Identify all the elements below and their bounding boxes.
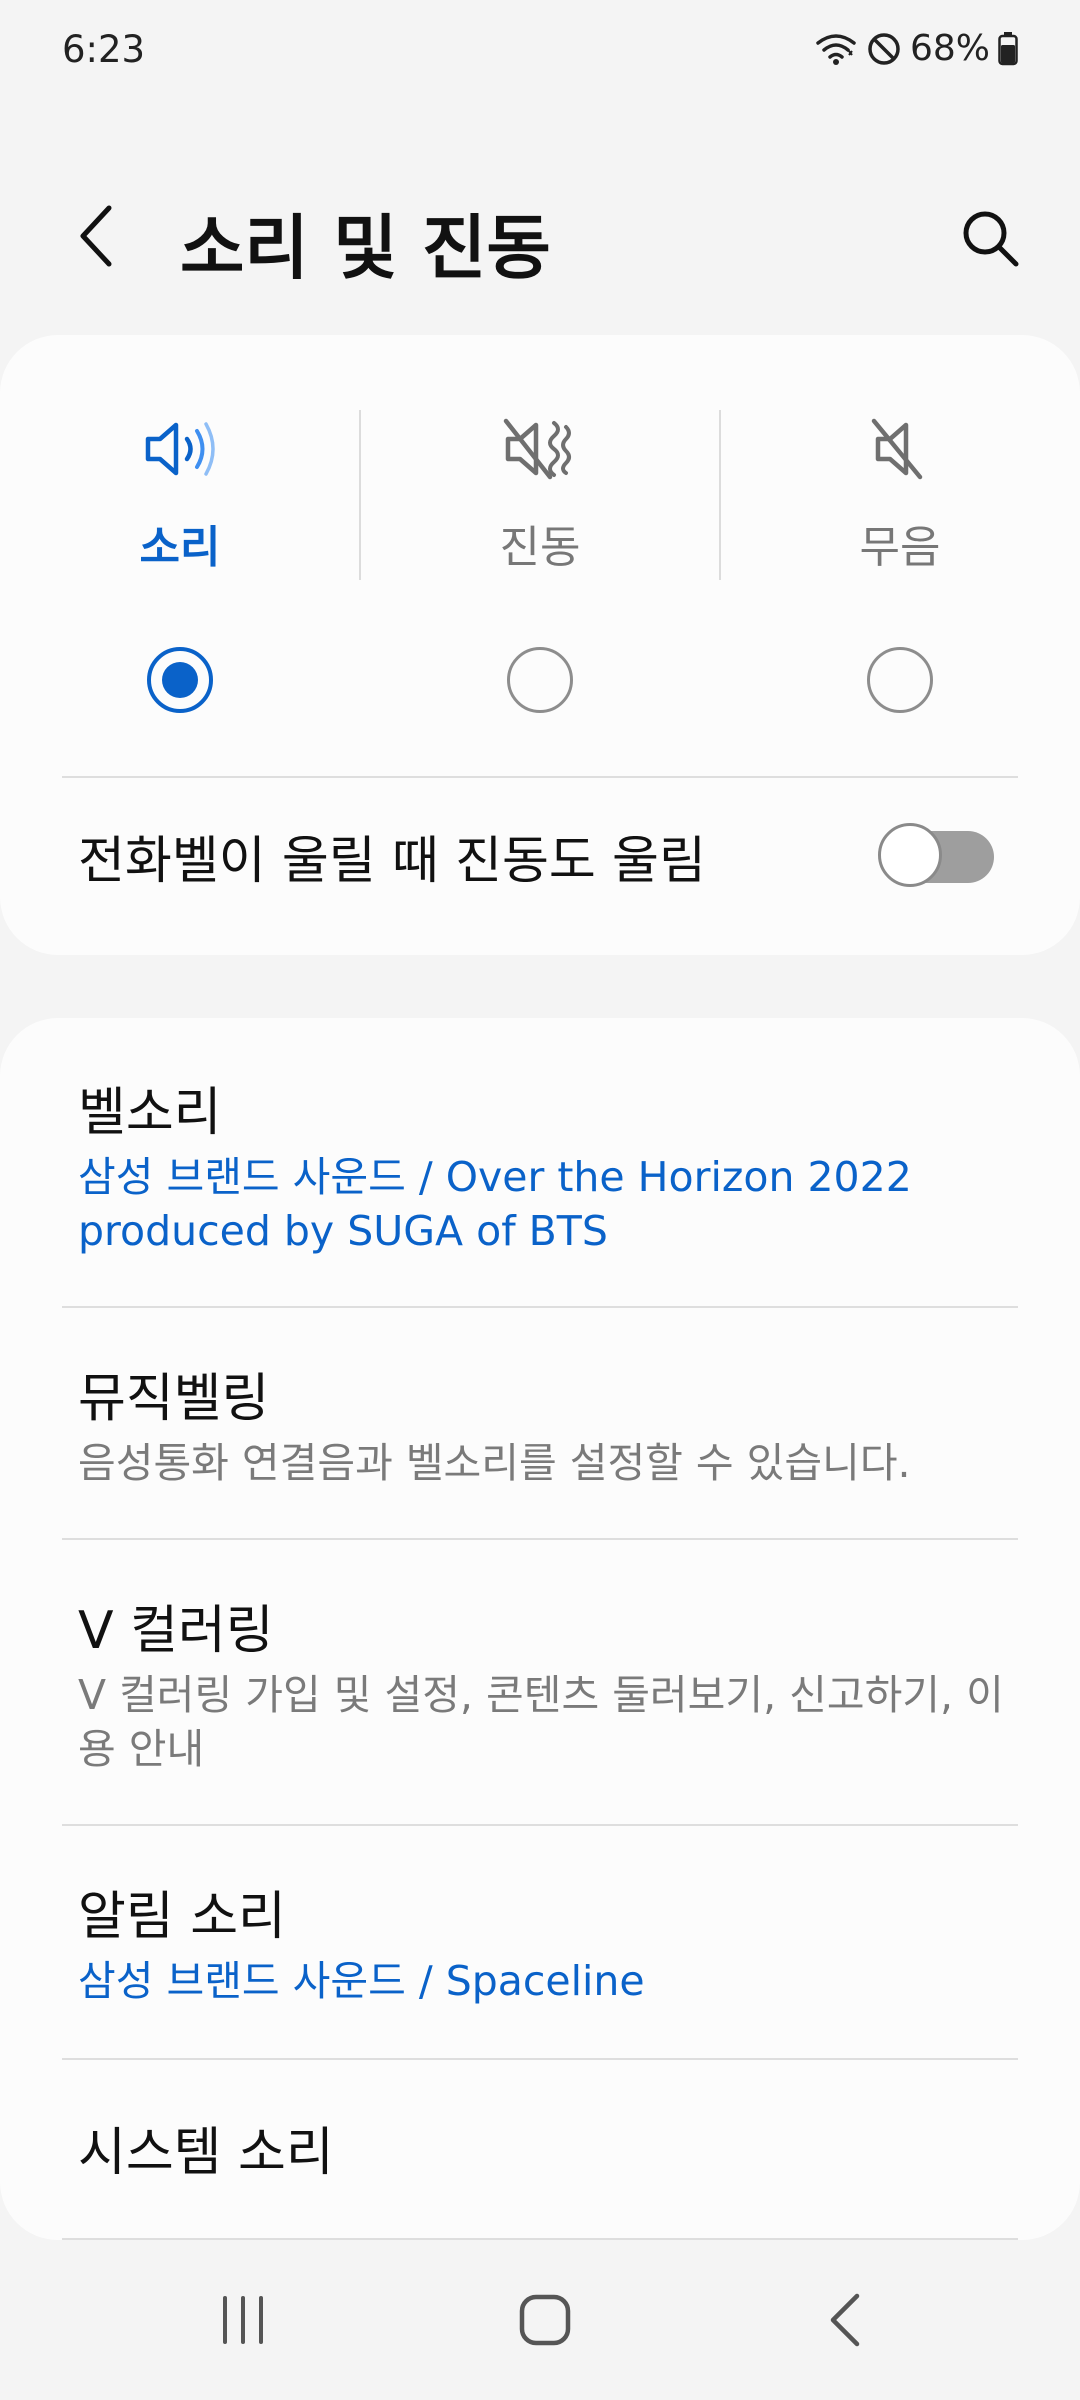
- vibrate-icon: [502, 405, 578, 493]
- status-time: 6:23: [62, 28, 146, 71]
- vibrate-while-ringing-label: 전화벨이 울릴 때 진동도 울림: [78, 832, 706, 891]
- wifi-icon: [814, 31, 858, 67]
- setting-system-sound[interactable]: 시스템 소리: [0, 2060, 1080, 2238]
- status-bar: 6:23 68%: [0, 0, 1080, 100]
- setting-v-coloring[interactable]: V 컬러링 V 컬러링 가입 및 설정, 콘텐츠 둘러보기, 신고하기, 이용 …: [0, 1540, 1080, 1826]
- battery-percent: 68%: [909, 28, 990, 69]
- recent-apps-icon[interactable]: [193, 2280, 293, 2360]
- navigation-bar: [0, 2240, 1080, 2400]
- home-icon[interactable]: [495, 2280, 595, 2360]
- status-icons: 68%: [814, 28, 1018, 69]
- sound-mode-options: 소리 진동 무음: [0, 405, 1080, 575]
- setting-title: 시스템 소리: [78, 2123, 334, 2183]
- vibrate-while-ringing-row[interactable]: 전화벨이 울릴 때 진동도 울림: [0, 755, 1080, 955]
- radio-sound[interactable]: [147, 647, 213, 713]
- app-bar: 소리 및 진동: [0, 170, 1080, 300]
- mode-divider: [719, 410, 721, 580]
- setting-title: 알림 소리: [78, 1887, 286, 1947]
- mode-vibrate[interactable]: 진동: [360, 405, 720, 575]
- mode-divider: [359, 410, 361, 580]
- battery-icon: [998, 31, 1018, 66]
- radio-mute[interactable]: [867, 647, 933, 713]
- back-icon[interactable]: [797, 2280, 897, 2360]
- toggle-knob: [878, 823, 942, 887]
- page-title: 소리 및 진동: [180, 207, 551, 289]
- radio-vibrate[interactable]: [507, 647, 573, 713]
- back-arrow-icon[interactable]: [62, 198, 132, 274]
- setting-subtitle: 삼성 브랜드 사운드 / Over the Horizon 2022 produ…: [78, 1153, 912, 1255]
- do-not-disturb-icon: [866, 31, 902, 67]
- mode-mute-label: 무음: [859, 522, 941, 573]
- setting-subtitle: 음성통화 연결음과 벨소리를 설정할 수 있습니다.: [78, 1439, 911, 1487]
- mode-sound-label: 소리: [139, 522, 221, 573]
- speaker-icon: [142, 405, 218, 493]
- mute-icon: [862, 405, 938, 493]
- setting-subtitle: V 컬러링 가입 및 설정, 콘텐츠 둘러보기, 신고하기, 이용 안내: [78, 1671, 1004, 1773]
- vibrate-while-ringing-toggle[interactable]: [878, 823, 994, 887]
- sound-mode-radios: [0, 647, 1080, 713]
- setting-music-belling[interactable]: 뮤직벨링 음성통화 연결음과 벨소리를 설정할 수 있습니다.: [0, 1308, 1080, 1540]
- mode-sound[interactable]: 소리: [0, 405, 360, 575]
- mode-vibrate-label: 진동: [499, 522, 581, 573]
- settings-list-card: 벨소리 삼성 브랜드 사운드 / Over the Horizon 2022 p…: [0, 1018, 1080, 2240]
- setting-title: 뮤직벨링: [78, 1369, 270, 1429]
- mode-mute[interactable]: 무음: [720, 405, 1080, 575]
- setting-notification-sound[interactable]: 알림 소리 삼성 브랜드 사운드 / Spaceline: [0, 1826, 1080, 2060]
- sound-mode-card: 소리 진동 무음 전화벨이 울릴 때 진동도 울림: [0, 335, 1080, 955]
- setting-ringtone[interactable]: 벨소리 삼성 브랜드 사운드 / Over the Horizon 2022 p…: [0, 1018, 1080, 1308]
- search-icon[interactable]: [950, 198, 1030, 278]
- setting-title: V 컬러링: [78, 1601, 274, 1661]
- setting-title: 벨소리: [78, 1083, 222, 1143]
- setting-subtitle: 삼성 브랜드 사운드 / Spaceline: [78, 1957, 645, 2005]
